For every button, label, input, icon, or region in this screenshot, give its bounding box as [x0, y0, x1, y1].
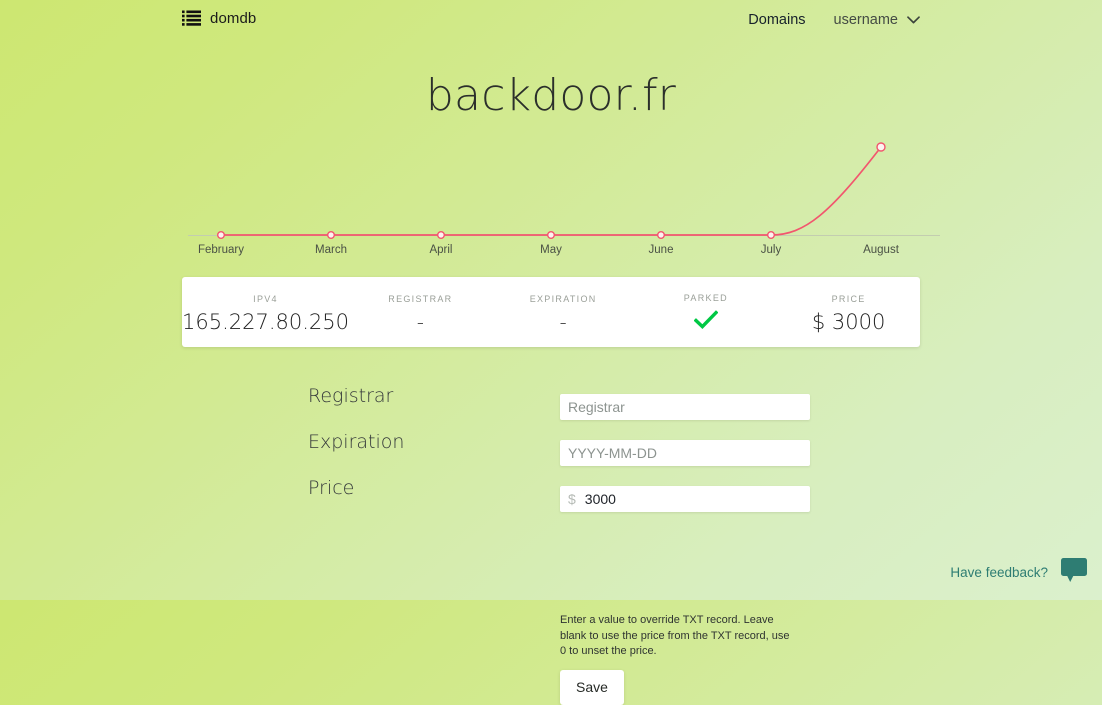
price-help-text: Enter a value to override TXT record. Le… — [560, 614, 790, 657]
registrar-label: Registrar — [308, 385, 394, 407]
registrar-input[interactable] — [568, 394, 802, 420]
form-row-registrar: Registrar — [0, 385, 1102, 431]
chart-point — [876, 142, 886, 152]
chart-point — [216, 230, 225, 239]
stat-value: 165.227.80.250 — [182, 309, 349, 334]
stat-value: - — [416, 309, 424, 334]
price-field-wrap[interactable]: $ — [560, 486, 810, 512]
expiration-input[interactable] — [568, 440, 802, 466]
chart-xtick-label: June — [649, 244, 674, 256]
app-root: domdb Domains username backdoor.fr Febru… — [0, 0, 1102, 705]
domain-stats-card: IPV4 165.227.80.250 REGISTRAR - EXPIRATI… — [182, 277, 920, 347]
expiration-field-wrap[interactable] — [560, 440, 810, 466]
chart-point — [437, 230, 446, 239]
stat-value: $ 3000 — [811, 309, 886, 334]
chart-xtick-label: April — [429, 244, 452, 256]
chart-xtick-label: July — [761, 244, 782, 256]
chart-xtick-label: February — [198, 244, 244, 256]
nav-link-domains[interactable]: Domains — [748, 12, 805, 28]
stat-price: PRICE $ 3000 — [777, 292, 920, 333]
list-icon — [182, 10, 201, 27]
stat-value — [635, 309, 778, 334]
user-menu[interactable]: username — [834, 11, 920, 29]
expiration-label: Expiration — [308, 431, 405, 453]
nav-right-group: Domains username — [748, 11, 920, 29]
chart-xtick-label: May — [540, 244, 562, 256]
stat-parked: PARKED — [635, 291, 778, 334]
stat-label: PRICE — [831, 293, 866, 304]
domain-settings-form: Registrar Expiration Price $ Enter a val… — [0, 385, 1102, 705]
stat-label: IPV4 — [253, 293, 278, 304]
currency-symbol: $ — [568, 491, 576, 507]
stat-ipv4: IPV4 165.227.80.250 — [182, 292, 349, 333]
chart-point — [547, 230, 556, 239]
form-row-price: Price $ Enter a value to override TXT re… — [0, 477, 1102, 705]
username-label: username — [833, 12, 898, 28]
price-label: Price — [308, 477, 355, 499]
stat-label: REGISTRAR — [388, 293, 453, 304]
brand-name: domdb — [210, 10, 257, 27]
brand-logo-link[interactable]: domdb — [182, 10, 256, 27]
chart-xtick-label: August — [863, 244, 900, 256]
chevron-down-icon — [907, 11, 920, 29]
chart-point — [326, 230, 335, 239]
chart-point — [767, 230, 776, 239]
feedback-label: Have feedback? — [950, 565, 1048, 580]
chart-series-path — [221, 146, 882, 236]
chart-xtick-label: March — [315, 244, 347, 256]
stat-label: EXPIRATION — [529, 293, 597, 304]
check-icon — [693, 309, 719, 334]
feedback-widget[interactable]: Have feedback? — [950, 557, 1088, 588]
stat-registrar: REGISTRAR - — [349, 292, 492, 333]
stat-value: - — [559, 309, 567, 334]
traffic-line-chart: February March April May June July Augus… — [150, 125, 960, 265]
save-button[interactable]: Save — [560, 670, 624, 705]
top-navigation-bar: domdb Domains username — [0, 0, 1102, 42]
stat-expiration: EXPIRATION - — [492, 292, 635, 333]
registrar-field-wrap[interactable] — [560, 394, 810, 420]
speech-bubble-icon[interactable] — [1060, 557, 1088, 588]
chart-point — [657, 230, 666, 239]
form-row-expiration: Expiration — [0, 431, 1102, 477]
price-input[interactable] — [584, 486, 802, 512]
stat-label: PARKED — [683, 292, 728, 303]
page-title: backdoor.fr — [425, 70, 677, 121]
